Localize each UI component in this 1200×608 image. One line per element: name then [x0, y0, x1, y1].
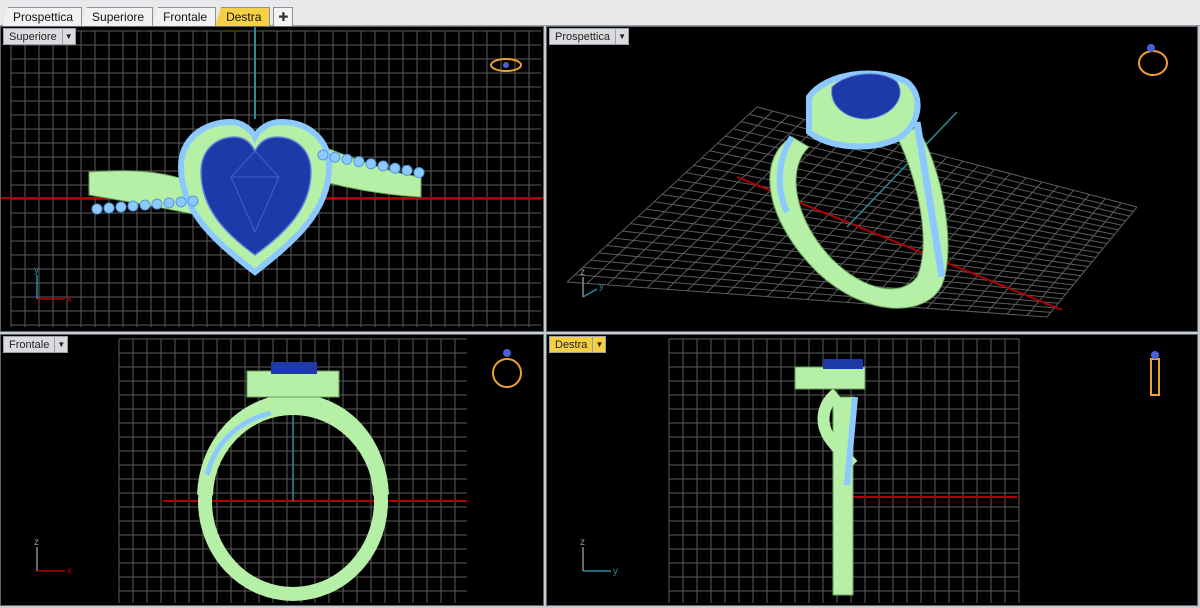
- tab-superiore[interactable]: Superiore: [81, 7, 154, 26]
- axis-label-h: x: [67, 566, 72, 577]
- ring-thumbnail-icon: [492, 349, 522, 388]
- add-tab-button[interactable]: ✚: [273, 7, 294, 26]
- axis-label-h: y: [599, 281, 604, 292]
- chevron-down-icon[interactable]: ▼: [54, 337, 67, 352]
- axis-label-h: y: [613, 566, 618, 577]
- chevron-down-icon[interactable]: ▼: [615, 29, 628, 44]
- viewport-title-perspective-text: Prospettica: [555, 30, 611, 43]
- viewport-top-canvas: x y: [1, 27, 543, 327]
- axis-label-v: z: [580, 267, 585, 278]
- viewport-title-top-text: Superiore: [9, 30, 57, 43]
- chevron-down-icon[interactable]: ▼: [61, 29, 75, 44]
- tab-prospettica[interactable]: Prospettica: [2, 7, 83, 26]
- tab-destra[interactable]: Destra: [215, 7, 271, 26]
- viewport-title-perspective[interactable]: Prospettica ▼: [549, 28, 630, 45]
- viewport-title-top[interactable]: Superiore ▼: [3, 28, 76, 45]
- axis-label-v: y: [34, 265, 39, 276]
- viewport-title-front[interactable]: Frontale ▼: [3, 336, 69, 353]
- viewport-perspective[interactable]: Prospettica ▼ y z: [546, 26, 1198, 332]
- ring-thumbnail-icon: [1138, 44, 1168, 76]
- viewport-right-canvas: y z: [580, 338, 1160, 603]
- ring-thumbnail-icon: [490, 58, 522, 72]
- viewport-perspective-canvas: y z: [566, 44, 1168, 318]
- viewport-front-canvas: x z: [34, 338, 522, 603]
- viewport-title-right-text: Destra: [555, 338, 588, 351]
- ring-model-perspective: [769, 70, 949, 309]
- viewport-title-right[interactable]: Destra ▼: [549, 336, 607, 353]
- axis-label-h: x: [67, 294, 72, 305]
- axis-indicator: x z: [34, 537, 72, 577]
- chevron-down-icon[interactable]: ▼: [592, 337, 605, 352]
- viewport-title-front-text: Frontale: [9, 338, 50, 351]
- viewport-front[interactable]: Frontale ▼ x z: [0, 334, 544, 606]
- ring-thumbnail-icon: [1150, 351, 1160, 396]
- ring-model-right: [794, 359, 866, 596]
- axis-label-v: z: [580, 537, 585, 548]
- tab-frontale[interactable]: Frontale: [152, 7, 217, 26]
- axis-indicator: y z: [580, 537, 618, 577]
- viewport-top[interactable]: Superiore ▼ x y: [0, 26, 544, 332]
- viewport-right[interactable]: Destra ▼ y z: [546, 334, 1198, 606]
- viewport-tab-bar: Prospettica Superiore Frontale Destra ✚: [0, 0, 1200, 26]
- axis-label-v: z: [34, 537, 39, 548]
- plus-icon: ✚: [278, 10, 289, 24]
